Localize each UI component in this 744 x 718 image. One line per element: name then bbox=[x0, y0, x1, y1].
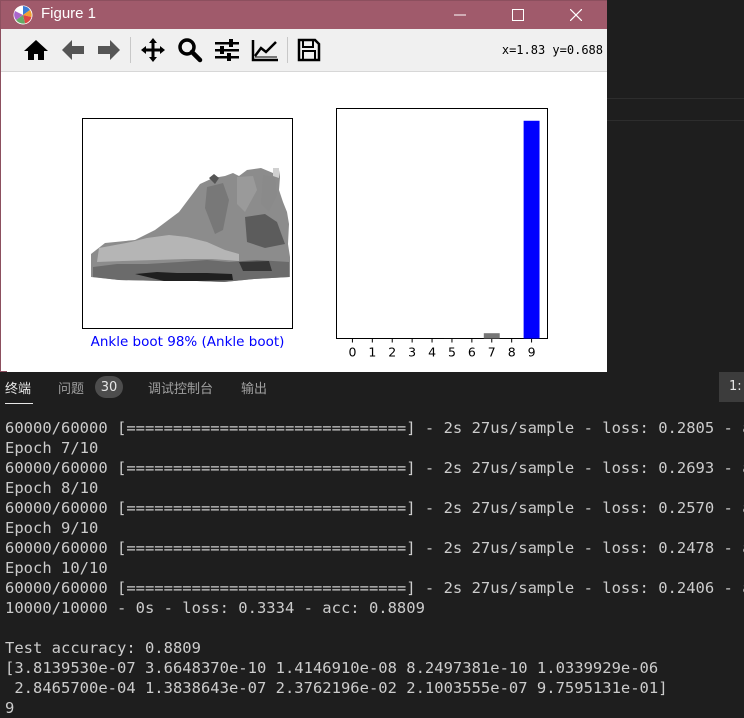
subplots-button[interactable] bbox=[212, 35, 242, 65]
home-button[interactable] bbox=[21, 35, 51, 65]
save-icon bbox=[297, 38, 321, 62]
terminal-selector[interactable]: 1: bbox=[719, 372, 744, 402]
save-button[interactable] bbox=[294, 35, 324, 65]
bar-axes-frame bbox=[337, 109, 548, 339]
zoom-icon bbox=[177, 37, 203, 63]
matplotlib-logo-icon bbox=[13, 5, 33, 25]
terminal-line: 60000/60000 [===========================… bbox=[5, 458, 744, 478]
customize-button[interactable] bbox=[250, 35, 280, 65]
pan-button[interactable] bbox=[138, 35, 168, 65]
figure-window: Figure 1 bbox=[0, 0, 607, 372]
figure-toolbar: x=1.83 y=0.688 bbox=[1, 29, 607, 72]
title-bar[interactable]: Figure 1 bbox=[1, 1, 607, 29]
panel-tab-bar: 终端 问题 30 调试控制台 输出 1: bbox=[0, 372, 744, 406]
toolbar-separator bbox=[287, 37, 288, 63]
home-icon bbox=[23, 38, 49, 62]
tab-output[interactable]: 输出 bbox=[241, 378, 267, 397]
back-button[interactable] bbox=[58, 35, 88, 65]
window-title: Figure 1 bbox=[41, 5, 96, 22]
terminal-line: [3.8139530e-07 3.6648370e-10 1.4146910e-… bbox=[5, 658, 744, 678]
problems-count-badge: 30 bbox=[95, 376, 123, 398]
x-tick-label: 2 bbox=[388, 345, 396, 360]
terminal-output[interactable]: 60000/60000 [===========================… bbox=[5, 418, 744, 718]
minimize-button[interactable] bbox=[431, 1, 489, 29]
x-tick-label: 9 bbox=[528, 345, 536, 360]
terminal-line: Epoch 9/10 bbox=[5, 518, 744, 538]
zoom-button[interactable] bbox=[175, 35, 205, 65]
maximize-icon bbox=[512, 9, 524, 21]
x-tick-label: 8 bbox=[508, 345, 516, 360]
active-tab-indicator bbox=[5, 403, 33, 404]
close-button[interactable] bbox=[547, 1, 605, 29]
pan-icon bbox=[140, 37, 166, 63]
terminal-line: Epoch 10/10 bbox=[5, 558, 744, 578]
terminal-line: 10000/10000 - 0s - loss: 0.3334 - acc: 0… bbox=[5, 598, 744, 618]
close-icon bbox=[570, 9, 582, 21]
toolbar-separator bbox=[130, 37, 131, 63]
x-tick-label: 5 bbox=[448, 345, 456, 360]
editor-divider bbox=[607, 120, 744, 121]
figure-canvas[interactable]: Ankle boot 98% (Ankle boot) 0123456789 bbox=[7, 72, 607, 372]
maximize-button[interactable] bbox=[489, 1, 547, 29]
x-tick-label: 6 bbox=[468, 345, 476, 360]
minimize-icon bbox=[454, 14, 466, 16]
terminal-line: 60000/60000 [===========================… bbox=[5, 538, 744, 558]
forward-icon bbox=[96, 38, 122, 62]
terminal-line: Epoch 7/10 bbox=[5, 438, 744, 458]
terminal-line: Test accuracy: 0.8809 bbox=[5, 638, 744, 658]
bar-7 bbox=[484, 333, 500, 338]
tab-debug-console[interactable]: 调试控制台 bbox=[148, 378, 213, 397]
coordinate-readout: x=1.83 y=0.688 bbox=[502, 43, 603, 57]
tab-problems[interactable]: 问题 bbox=[58, 378, 84, 397]
terminal-line: 2.8465700e-04 1.3838643e-07 2.3762196e-0… bbox=[5, 678, 744, 698]
forward-button[interactable] bbox=[94, 35, 124, 65]
tab-terminal[interactable]: 终端 bbox=[5, 378, 31, 397]
bar-9 bbox=[524, 121, 540, 339]
back-icon bbox=[60, 38, 86, 62]
subplots-icon bbox=[214, 38, 240, 62]
figure-plot: Ankle boot 98% (Ankle boot) 0123456789 bbox=[7, 72, 607, 372]
probability-bar-chart: 0123456789 bbox=[337, 109, 548, 360]
customize-icon bbox=[251, 38, 279, 62]
x-tick-label: 4 bbox=[428, 345, 436, 360]
x-tick-label: 3 bbox=[408, 345, 416, 360]
editor-divider bbox=[607, 98, 744, 99]
terminal-line bbox=[5, 618, 744, 638]
terminal-line: 9 bbox=[5, 698, 744, 718]
terminal-line: 60000/60000 [===========================… bbox=[5, 498, 744, 518]
image-caption: Ankle boot 98% (Ankle boot) bbox=[91, 334, 285, 350]
x-tick-label: 7 bbox=[488, 345, 496, 360]
image-subplot: Ankle boot 98% (Ankle boot) bbox=[83, 119, 293, 351]
x-tick-label: 1 bbox=[368, 345, 376, 360]
terminal-line: 60000/60000 [===========================… bbox=[5, 418, 744, 438]
x-ticks-group: 0123456789 bbox=[348, 339, 535, 360]
x-tick-label: 0 bbox=[348, 345, 356, 360]
terminal-line: Epoch 8/10 bbox=[5, 478, 744, 498]
bottom-panel: 终端 问题 30 调试控制台 输出 1: 60000/60000 [======… bbox=[0, 372, 744, 713]
terminal-line: 60000/60000 [===========================… bbox=[5, 578, 744, 598]
